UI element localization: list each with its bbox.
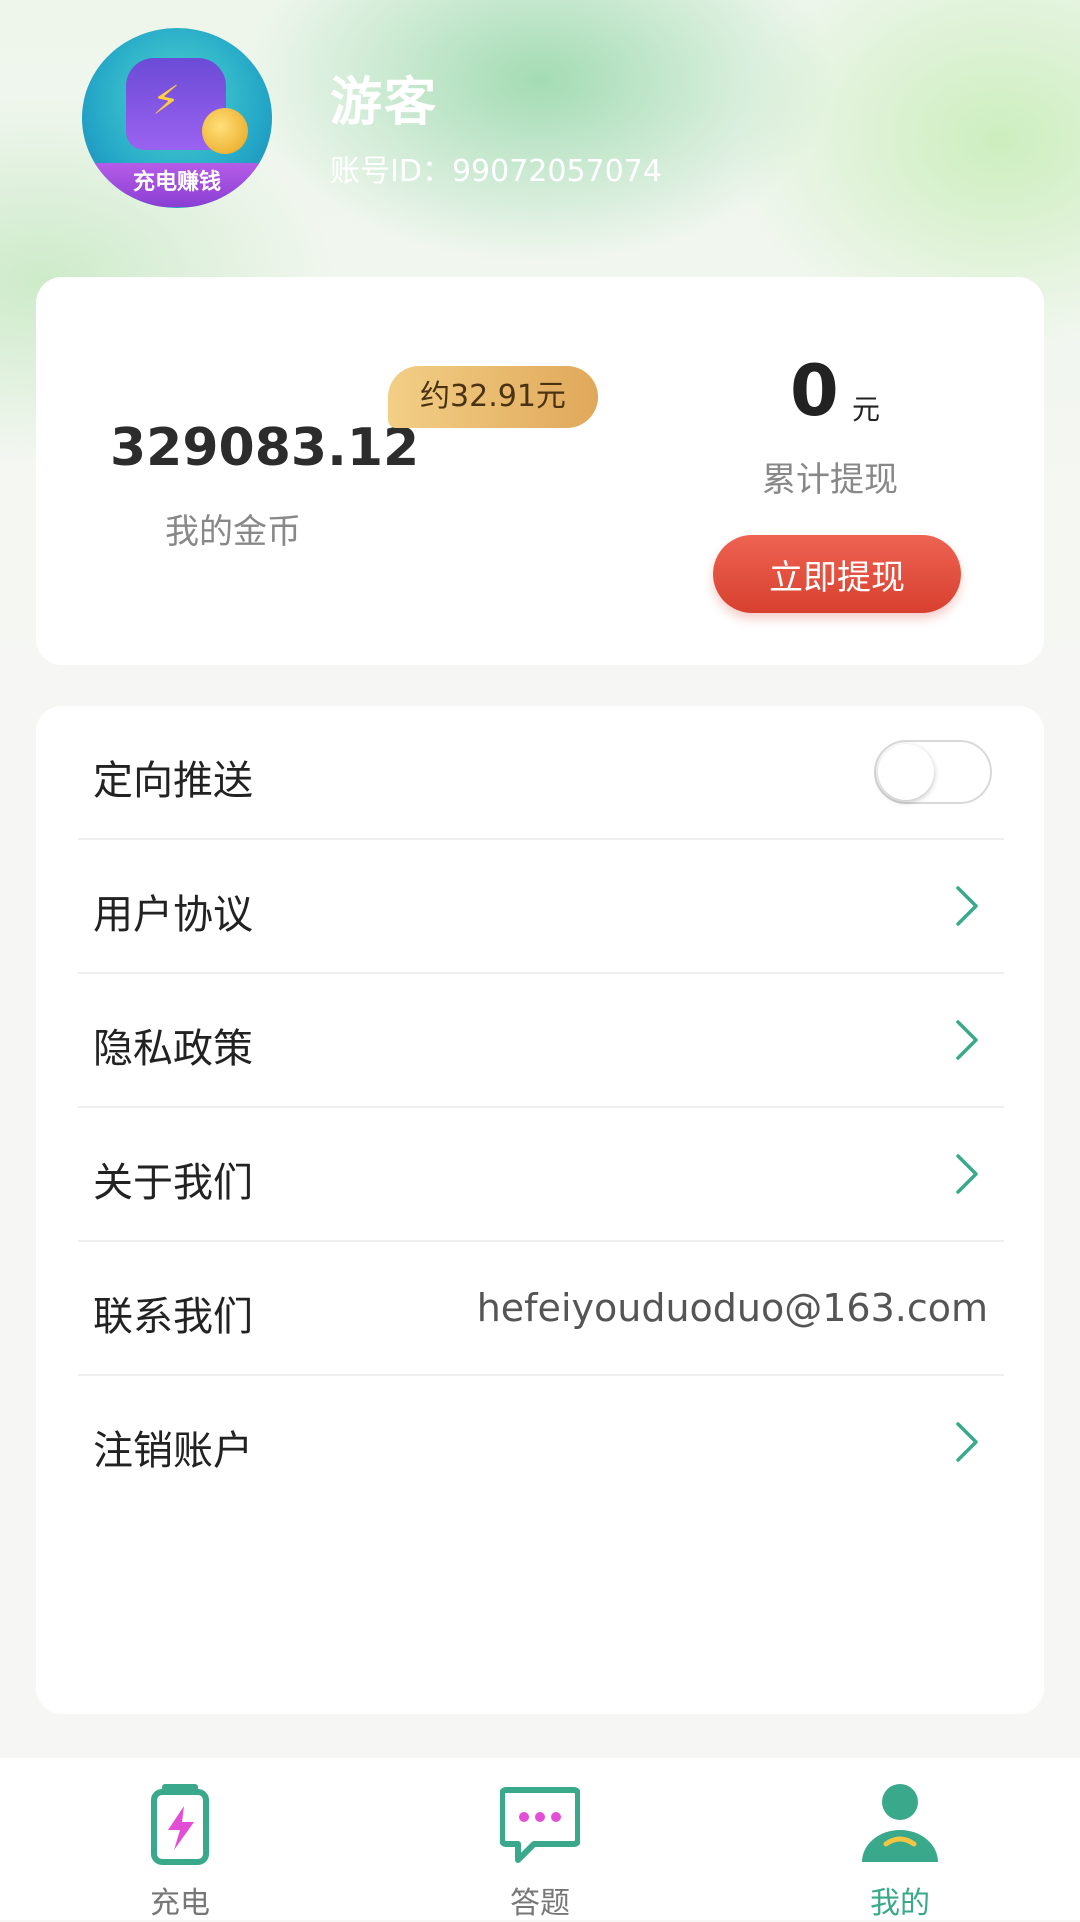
username: 游客 <box>330 73 439 133</box>
avatar-badge: 充电赚钱 <box>92 163 262 207</box>
account-id: 账号ID：99072057074 <box>330 154 662 189</box>
chevron-right-icon <box>956 886 978 926</box>
lightning-icon: ⚡ <box>152 78 181 124</box>
total-withdrawn-value: 0 <box>790 350 839 432</box>
tab-quiz-label: 答题 <box>510 1886 570 1921</box>
tab-quiz[interactable]: 答题 <box>460 1758 620 1921</box>
total-withdrawn-label: 累计提现 <box>762 460 898 500</box>
coins-value: 329083.12 <box>110 418 420 478</box>
avatar[interactable]: ⚡ 充电赚钱 <box>82 28 272 208</box>
chevron-right-icon <box>956 1020 978 1060</box>
about-us-label: 关于我们 <box>93 1160 253 1206</box>
settings-row-contact-us[interactable]: 联系我们 hefeiyouduoduo@163.com <box>78 1242 1004 1376</box>
tab-charge[interactable]: 充电 <box>100 1758 260 1921</box>
targeted-push-label: 定向推送 <box>93 758 253 804</box>
tab-mine[interactable]: 我的 <box>820 1758 980 1921</box>
toggle-knob <box>878 744 934 800</box>
settings-row-about-us[interactable]: 关于我们 <box>78 1108 1004 1242</box>
settings-row-privacy-policy[interactable]: 隐私政策 <box>78 974 1004 1108</box>
chevron-right-icon <box>956 1422 978 1462</box>
settings-row-user-agreement[interactable]: 用户协议 <box>78 840 1004 974</box>
bottom-tab-bar: 充电 答题 我的 <box>0 1758 1080 1921</box>
user-agreement-label: 用户协议 <box>93 892 253 938</box>
settings-row-delete-account[interactable]: 注销账户 <box>78 1376 1004 1510</box>
delete-account-label: 注销账户 <box>93 1428 253 1474</box>
chevron-right-icon <box>956 1154 978 1194</box>
contact-email[interactable]: hefeiyouduoduo@163.com <box>477 1286 988 1330</box>
settings-row-targeted-push: 定向推送 <box>78 706 1004 840</box>
contact-us-label: 联系我们 <box>93 1294 253 1340</box>
tab-mine-label: 我的 <box>870 1886 930 1921</box>
privacy-policy-label: 隐私政策 <box>93 1026 253 1072</box>
total-withdrawn-unit: 元 <box>852 393 881 426</box>
withdraw-button[interactable]: 立即提现 <box>713 535 961 613</box>
tab-charge-label: 充电 <box>150 1886 210 1921</box>
person-icon <box>862 1784 938 1862</box>
coins-label: 我的金币 <box>165 512 301 552</box>
chat-bubble-icon <box>500 1787 580 1863</box>
coin-icon <box>202 108 248 154</box>
battery-charging-icon <box>151 1784 209 1865</box>
approx-value-badge: 约32.91元 <box>388 366 598 428</box>
targeted-push-toggle[interactable] <box>874 740 992 804</box>
